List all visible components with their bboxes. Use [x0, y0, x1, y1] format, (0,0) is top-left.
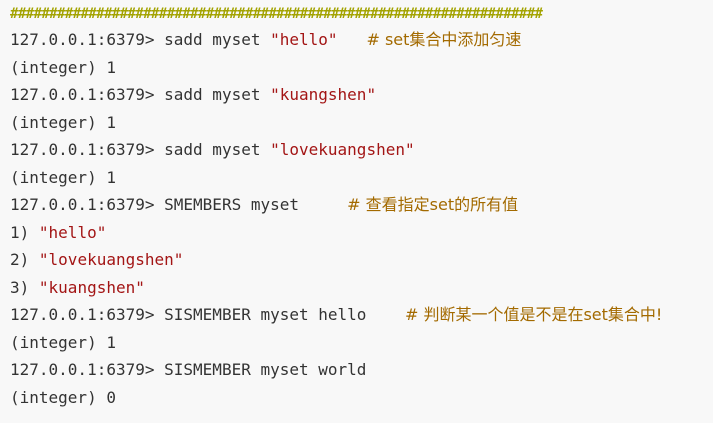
command: sadd myset — [164, 140, 271, 159]
output-text: (integer) 1 — [10, 332, 116, 352]
command: SISMEMBER myset hello — [164, 305, 367, 324]
output-line: (integer) 1 — [10, 54, 713, 82]
inline-comment: # 判断某一个值是不是在set集合中! — [405, 305, 662, 324]
command-arg: "kuangshen" — [270, 85, 377, 104]
command: sadd myset — [164, 85, 271, 104]
command-line: 127.0.0.1:6379> SMEMBERS myset # 查看指定set… — [10, 191, 713, 219]
command-line: 127.0.0.1:6379> sadd myset "kuangshen" — [10, 81, 713, 109]
prompt: 127.0.0.1:6379> — [10, 195, 155, 214]
output-text: (integer) 1 — [10, 167, 116, 187]
command-arg: "hello" — [270, 30, 338, 49]
output-text: (integer) 1 — [10, 57, 116, 77]
prompt: 127.0.0.1:6379> — [10, 30, 155, 49]
command-line: 127.0.0.1:6379> SISMEMBER myset hello # … — [10, 301, 713, 329]
list-item: 1) "hello" — [10, 219, 713, 247]
comment-text: # 判断某一个值是不是在set集合中! — [404, 305, 663, 324]
prompt: 127.0.0.1:6379> — [10, 140, 155, 159]
prompt: 127.0.0.1:6379> — [10, 85, 155, 104]
list-item: 2) "lovekuangshen" — [10, 246, 713, 274]
command-line: 127.0.0.1:6379> SISMEMBER myset world — [10, 356, 713, 384]
command-arg: "lovekuangshen" — [270, 140, 415, 159]
output-text: (integer) 1 — [10, 112, 116, 132]
command-line: 127.0.0.1:6379> sadd myset "hello" # set… — [10, 26, 713, 54]
command: SISMEMBER myset world — [164, 360, 367, 379]
output-text: (integer) 0 — [10, 387, 116, 407]
list-value: "kuangshen" — [38, 277, 145, 297]
command: SMEMBERS myset — [164, 195, 299, 214]
output-line: (integer) 0 — [10, 384, 713, 412]
list-index: 3) — [10, 277, 30, 297]
output-line: (integer) 1 — [10, 329, 713, 357]
terminal-output: ########################################… — [0, 0, 713, 423]
prompt: 127.0.0.1:6379> — [10, 305, 155, 324]
divider-comment: ########################################… — [10, 2, 713, 26]
comment-text: # set集合中添加匀速 — [366, 30, 522, 49]
output-line: (integer) 1 — [10, 109, 713, 137]
command: sadd myset — [164, 30, 271, 49]
list-index: 1) — [10, 222, 30, 242]
command-line: 127.0.0.1:6379> sadd myset "lovekuangshe… — [10, 136, 713, 164]
inline-comment: # set集合中添加匀速 — [366, 30, 521, 49]
output-line: (integer) 1 — [10, 164, 713, 192]
list-index: 2) — [10, 250, 30, 269]
list-value: "hello" — [38, 222, 107, 242]
list-item: 3) "kuangshen" — [10, 274, 713, 302]
list-value: "lovekuangshen" — [38, 250, 184, 269]
comment-text: # 查看指定set的所有值 — [347, 195, 519, 214]
inline-comment: # 查看指定set的所有值 — [347, 195, 518, 214]
divider-hashes: ########################################… — [10, 6, 543, 22]
prompt: 127.0.0.1:6379> — [10, 360, 155, 379]
